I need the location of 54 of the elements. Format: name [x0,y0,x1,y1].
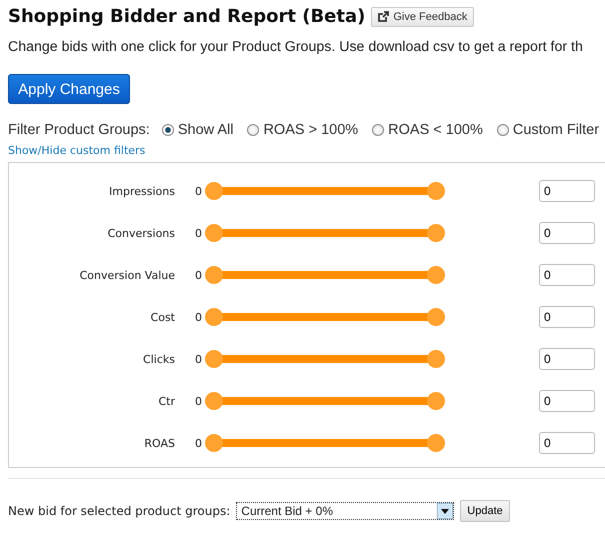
slider-handle[interactable] [205,308,223,326]
slider-min-label: 0 [195,184,203,198]
filter-name: Conversions [106,226,175,240]
filter-name: Cost [150,310,175,324]
filter-option[interactable]: Show All [162,122,234,138]
value-input[interactable]: 0 [539,306,595,328]
show-hide-link[interactable]: Show/Hide custom filters [8,144,146,157]
radio-button[interactable] [372,124,384,136]
filter-option[interactable]: ROAS > 100% [247,122,358,138]
slider-handle[interactable] [205,224,223,242]
value-input[interactable]: 0 [539,432,595,454]
radio-button[interactable] [247,124,260,136]
apply-changes-button[interactable]: Apply Changes [8,74,130,104]
filter-name: Impressions [108,184,175,198]
filter-name: ROAS [143,436,175,450]
dropdown-arrow-icon[interactable] [437,503,454,519]
filter-label: Filter Product Groups: [8,122,150,138]
radio-button[interactable] [496,124,509,136]
value-input[interactable]: 0 [539,180,595,202]
filter-name: Clicks [142,352,175,366]
slider-min-label: 0 [195,352,203,366]
filter-option[interactable]: Custom Filter [496,122,600,138]
slider-handle[interactable] [427,266,445,284]
radio-button[interactable] [162,124,174,136]
slider-handle[interactable] [427,350,445,368]
bid-dropdown[interactable]: Current Bid + 0% [236,502,454,520]
feedback-button[interactable]: Give Feedback [371,6,474,26]
new-bid-label: New bid for selected product groups: [8,504,230,518]
slider-handle[interactable] [427,434,445,452]
slider-min-label: 0 [195,394,203,408]
slider-handle[interactable] [205,182,223,200]
share-icon [378,11,390,22]
description-text: Change bids with one click for your Product Groups. Use download csv to get a report for th [8,39,584,55]
slider-min-label: 0 [195,310,203,324]
slider-handle[interactable] [205,350,223,368]
value-input[interactable]: 0 [539,264,595,286]
value-input[interactable]: 0 [539,222,595,244]
value-input[interactable]: 0 [539,390,595,412]
slider-min-label: 0 [195,268,203,282]
slider-handle[interactable] [427,308,445,326]
slider-min-label: 0 [195,436,203,450]
filter-name: Conversion Value [78,268,175,282]
value-input[interactable]: 0 [539,348,595,370]
filter-option[interactable]: ROAS < 100% [372,122,483,138]
slider-handle[interactable] [427,182,445,200]
slider-handle[interactable] [427,392,445,410]
slider-handle[interactable] [205,392,223,410]
page-title: Shopping Bidder and Report (Beta) [8,6,366,27]
slider-min-label: 0 [195,226,203,240]
filter-name: Ctr [157,394,175,408]
slider-handle[interactable] [427,224,445,242]
slider-handle[interactable] [205,266,223,284]
slider-handle[interactable] [205,434,223,452]
update-button[interactable]: Update [460,500,510,522]
